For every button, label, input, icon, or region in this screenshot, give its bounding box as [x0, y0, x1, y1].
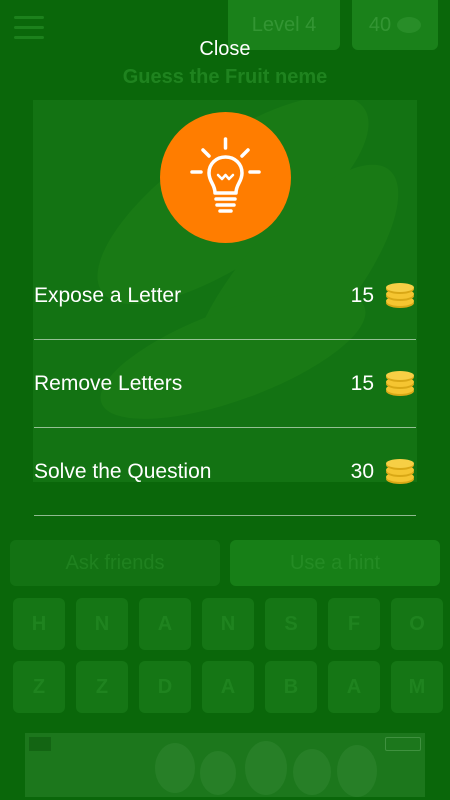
coin-stack-icon — [386, 458, 414, 484]
lightbulb-icon — [190, 137, 261, 213]
close-button[interactable]: Close — [0, 38, 450, 61]
hint-option-solve-question[interactable]: Solve the Question 30 — [34, 428, 416, 516]
hint-option-cost: 15 — [350, 371, 374, 395]
lightbulb-badge — [160, 112, 291, 243]
hint-option-expose-letter[interactable]: Expose a Letter 15 — [34, 252, 416, 340]
hint-option-label: Solve the Question — [34, 459, 212, 483]
hint-option-cost: 15 — [350, 283, 374, 307]
hint-option-remove-letters[interactable]: Remove Letters 15 — [34, 340, 416, 428]
coin-stack-icon — [386, 282, 414, 308]
hint-option-label: Expose a Letter — [34, 283, 182, 307]
coin-stack-icon — [386, 370, 414, 396]
hint-option-label: Remove Letters — [34, 371, 183, 395]
hint-option-cost: 30 — [350, 459, 374, 483]
